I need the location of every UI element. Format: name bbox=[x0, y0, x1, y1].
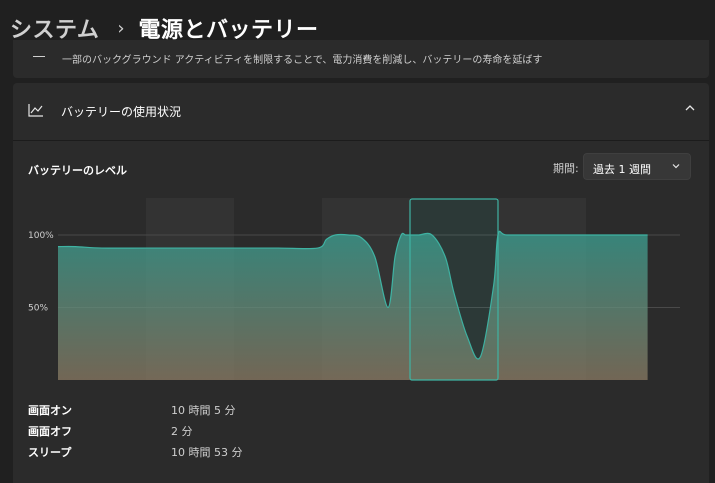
period-value: 過去 1 週間 bbox=[593, 163, 651, 176]
y-tick-label: 50% bbox=[28, 304, 48, 314]
period-label: 期間: bbox=[553, 162, 579, 175]
battery-usage-card: バッテリーの使用状況 バッテリーのレベル 期間: 過去 1 週間 100% 50%… bbox=[13, 83, 709, 483]
settings-icon bbox=[33, 50, 45, 57]
stat-value: 10 時間 53 分 bbox=[171, 446, 243, 459]
stat-value: 10 時間 5 分 bbox=[171, 404, 236, 417]
battery-level-chart: 100% 50% bbox=[28, 198, 680, 381]
battery-saver-description: 一部のバックグラウンド アクティビティを制限することで、電力消費を削減し、バッテ… bbox=[62, 55, 543, 66]
stat-value: 2 分 bbox=[171, 425, 193, 438]
period-dropdown[interactable]: 過去 1 週間 bbox=[583, 153, 691, 180]
stat-label: 画面オン bbox=[28, 404, 72, 417]
chevron-up-icon[interactable] bbox=[685, 104, 695, 112]
battery-area bbox=[58, 231, 648, 380]
battery-usage-header[interactable]: バッテリーの使用状況 bbox=[13, 83, 709, 141]
stat-label: スリープ bbox=[28, 446, 72, 459]
stat-label: 画面オフ bbox=[28, 425, 72, 438]
battery-level-title: バッテリーのレベル bbox=[28, 164, 127, 177]
y-tick-label: 100% bbox=[28, 231, 54, 241]
battery-saver-card[interactable]: 一部のバックグラウンド アクティビティを制限することで、電力消費を削減し、バッテ… bbox=[13, 40, 709, 78]
selected-day-band[interactable] bbox=[409, 198, 499, 381]
line-chart-icon bbox=[28, 104, 43, 117]
breadcrumb-separator-icon: › bbox=[117, 17, 125, 39]
chevron-down-icon bbox=[672, 164, 680, 169]
battery-usage-title: バッテリーの使用状況 bbox=[61, 105, 182, 119]
